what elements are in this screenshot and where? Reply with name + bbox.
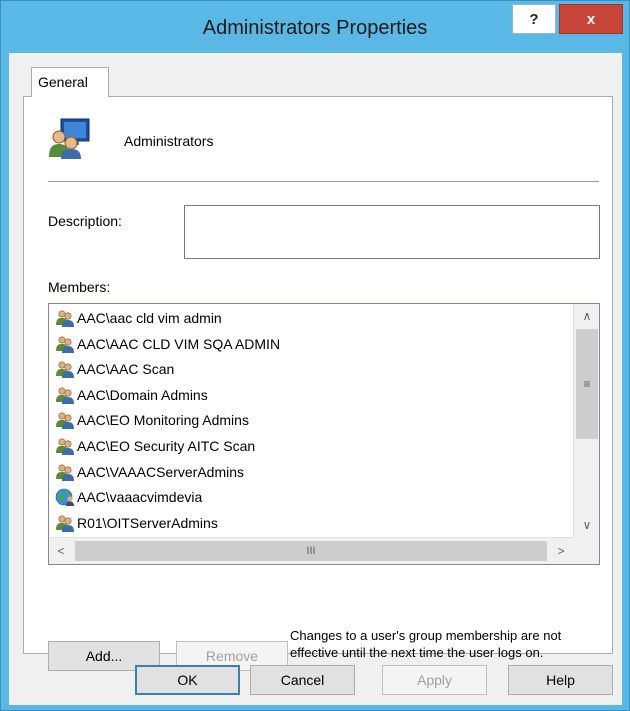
membership-note: Changes to a user's group membership are… <box>290 628 562 660</box>
member-name: AAC\AAC CLD VIM SQA ADMIN <box>77 335 281 352</box>
member-name: AAC\VAAACServerAdmins <box>77 463 245 480</box>
list-item[interactable]: AAC\Domain Admins <box>55 383 208 407</box>
ok-button[interactable]: OK <box>135 665 240 695</box>
tab-general[interactable]: General <box>31 67 109 97</box>
group-icon <box>56 412 74 430</box>
scroll-right-icon[interactable]: > <box>549 538 573 564</box>
title-bar[interactable]: Administrators Properties ? x <box>1 1 629 53</box>
list-item[interactable]: AAC\EO Monitoring Admins <box>55 408 249 432</box>
member-name: AAC\aac cld vim admin <box>77 310 222 326</box>
apply-button[interactable]: Apply <box>382 665 487 695</box>
group-name: Administrators <box>124 133 214 149</box>
members-listbox[interactable]: AAC\aac cld vim admin AAC\AAC CLD VIM SQA… <box>48 303 600 565</box>
scroll-down-icon[interactable]: ∨ <box>574 513 599 537</box>
member-name: AAC\EO Security AITC Scan <box>77 438 256 454</box>
group-icon <box>56 336 74 353</box>
description-field[interactable] <box>184 205 600 259</box>
description-label: Description: <box>48 213 122 229</box>
list-item[interactable]: AAC\VAAACServerAdmins <box>55 460 244 484</box>
list-item[interactable]: AAC\aac cld vim admin <box>55 306 222 330</box>
dialog-client-area: General Administrators Description: Memb… <box>9 53 622 705</box>
help-title-button[interactable]: ? <box>512 4 556 34</box>
list-item[interactable]: R01\OITServerAdmins <box>55 511 218 535</box>
member-name: AAC\AAC Scan <box>77 361 175 378</box>
properties-dialog: Administrators Properties ? x General Ad… <box>0 0 630 711</box>
members-label: Members: <box>48 279 111 295</box>
scroll-left-icon[interactable]: < <box>49 538 73 564</box>
list-item[interactable]: AAC\vaaacvimdevia <box>55 485 202 509</box>
group-icon <box>56 361 74 379</box>
horizontal-scroll-thumb[interactable]: III <box>75 541 547 561</box>
horizontal-scrollbar[interactable]: < III > <box>49 537 573 564</box>
group-icon <box>56 438 74 455</box>
members-list: AAC\aac cld vim admin AAC\AAC CLD VIM SQA… <box>49 304 573 537</box>
member-name: AAC\Domain Admins <box>77 386 208 403</box>
help-button[interactable]: Help <box>508 665 613 695</box>
list-item[interactable]: AAC\AAC Scan <box>55 357 174 381</box>
scroll-up-icon[interactable]: ∧ <box>574 304 599 328</box>
close-button[interactable]: x <box>559 4 623 34</box>
group-icon <box>56 464 74 481</box>
group-icon <box>56 515 74 532</box>
group-icon <box>56 387 74 404</box>
list-item[interactable]: AAC\EO Security AITC Scan <box>55 434 255 458</box>
cancel-button[interactable]: Cancel <box>250 665 355 695</box>
member-name: AAC\vaaacvimdevia <box>77 489 203 506</box>
member-name: AAC\EO Monitoring Admins <box>77 412 249 429</box>
user-globe-icon <box>55 488 74 507</box>
list-item[interactable]: AAC\AAC CLD VIM SQA ADMIN <box>55 332 280 356</box>
general-tab-panel: Administrators Description: Members: AAC… <box>23 96 613 671</box>
member-name: R01\OITServerAdmins <box>77 514 218 531</box>
separator <box>48 181 599 182</box>
vertical-scrollbar[interactable]: ∧ ≡ ∨ <box>573 304 599 537</box>
scrollbar-corner <box>573 537 599 564</box>
group-icon <box>49 118 90 159</box>
group-icon <box>56 310 74 327</box>
vertical-scroll-thumb[interactable]: ≡ <box>576 329 598 439</box>
